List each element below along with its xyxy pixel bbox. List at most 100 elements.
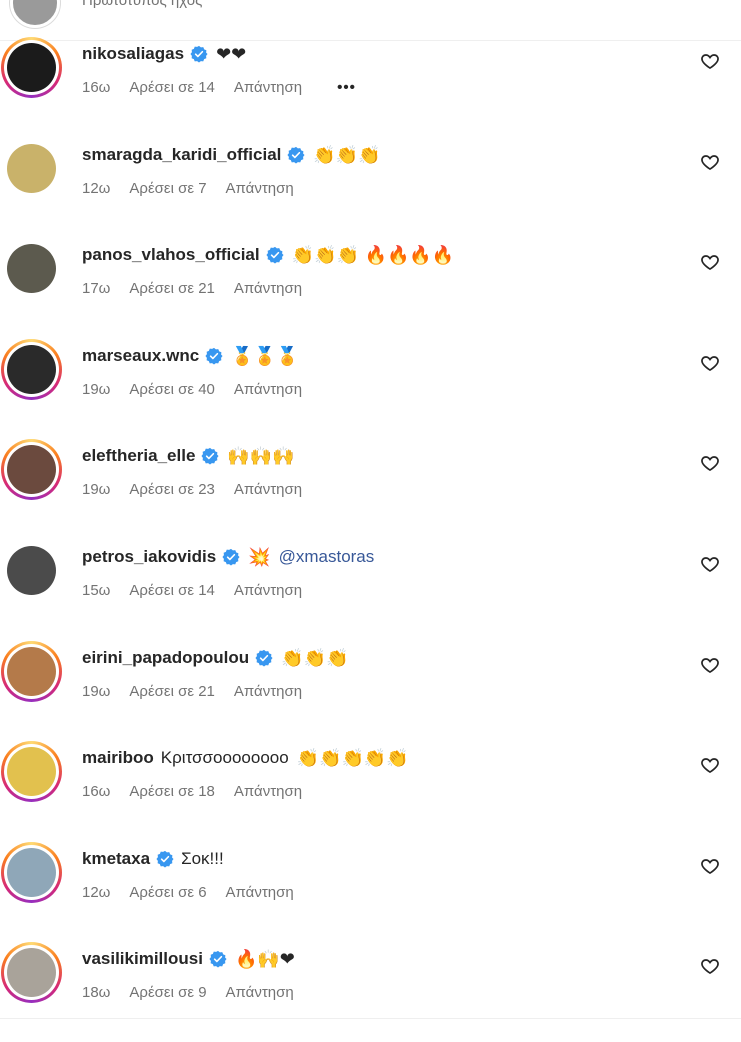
verified-badge-icon <box>266 246 284 264</box>
likes-count[interactable]: Αρέσει σε 9 <box>129 984 206 1001</box>
comment-time[interactable]: 19ω <box>82 481 110 498</box>
username-link[interactable]: vasilikimillousi <box>82 949 203 969</box>
avatar <box>7 43 56 92</box>
comment-item: mairiboo Κριτσσοοοοοοοο 👏👏👏👏👏 16ω Αρέσει σε … <box>0 741 741 841</box>
reply-button[interactable]: Απάντηση <box>234 280 302 297</box>
comment-time[interactable]: 15ω <box>82 582 110 599</box>
avatar-ring[interactable] <box>1 238 62 299</box>
like-heart-icon[interactable] <box>700 956 720 976</box>
avatar <box>7 546 56 595</box>
comment-line: nikosaliagas ❤❤ <box>82 41 246 67</box>
avatar-ring[interactable] <box>1 842 62 903</box>
like-heart-icon[interactable] <box>700 453 720 473</box>
avatar-ring[interactable] <box>1 439 62 500</box>
likes-count[interactable]: Αρέσει σε 18 <box>129 783 214 800</box>
avatar-ring[interactable] <box>1 741 62 802</box>
comment-time[interactable]: 19ω <box>82 683 110 700</box>
comment-emojis: 👏👏👏👏👏 <box>296 747 409 769</box>
like-heart-icon[interactable] <box>700 252 720 272</box>
likes-count[interactable]: Αρέσει σε 40 <box>129 381 214 398</box>
reply-button[interactable]: Απάντηση <box>234 582 302 599</box>
comment-time[interactable]: 18ω <box>82 984 110 1001</box>
comment-text: Κριτσσοοοοοοοο <box>160 748 289 767</box>
avatar-frame <box>4 845 59 900</box>
comment-time[interactable]: 12ω <box>82 180 110 197</box>
comment-emojis: 🙌🙌🙌 <box>227 445 295 467</box>
username-link[interactable]: nikosaliagas <box>82 44 184 64</box>
reply-button[interactable]: Απάντηση <box>226 984 294 1001</box>
comment-time[interactable]: 12ω <box>82 884 110 901</box>
avatar-frame <box>4 442 59 497</box>
comment-time[interactable]: 16ω <box>82 79 110 96</box>
avatar-ring[interactable] <box>1 641 62 702</box>
comment-meta: 17ω Αρέσει σε 21 Απάντηση <box>82 280 321 297</box>
username-link[interactable]: kmetaxa <box>82 849 150 869</box>
reply-button[interactable]: Απάντηση <box>234 683 302 700</box>
likes-count[interactable]: Αρέσει σε 6 <box>129 884 206 901</box>
comment-emojis: 🏅🏅🏅 <box>231 345 299 367</box>
avatar-ring[interactable] <box>1 37 62 98</box>
username-link[interactable]: mairiboo <box>82 748 154 768</box>
likes-count[interactable]: Αρέσει σε 14 <box>129 582 214 599</box>
more-options-button[interactable]: ••• <box>337 79 356 96</box>
avatar-frame <box>4 644 59 699</box>
comment-meta: 19ω Αρέσει σε 21 Απάντηση <box>82 683 321 700</box>
comment-line: eirini_papadopoulou 👏👏👏 <box>82 645 348 671</box>
like-heart-icon[interactable] <box>700 353 720 373</box>
likes-count[interactable]: Αρέσει σε 7 <box>129 180 206 197</box>
avatar <box>7 647 56 696</box>
comment-meta: 18ω Αρέσει σε 9 Απάντηση <box>82 984 313 1001</box>
reply-button[interactable]: Απάντηση <box>226 180 294 197</box>
comment-emojis: 💥 <box>248 546 271 568</box>
avatar-ring[interactable] <box>1 540 62 601</box>
avatar[interactable] <box>10 0 60 28</box>
like-heart-icon[interactable] <box>700 856 720 876</box>
username-link[interactable]: marseaux.wnc <box>82 346 199 366</box>
like-heart-icon[interactable] <box>700 755 720 775</box>
like-heart-icon[interactable] <box>700 554 720 574</box>
reply-button[interactable]: Απάντηση <box>234 79 302 96</box>
like-heart-icon[interactable] <box>700 655 720 675</box>
reply-button[interactable]: Απάντηση <box>234 381 302 398</box>
avatar <box>7 345 56 394</box>
avatar <box>7 948 56 997</box>
verified-badge-icon <box>222 548 240 566</box>
likes-count[interactable]: Αρέσει σε 21 <box>129 683 214 700</box>
comment-time[interactable]: 19ω <box>82 381 110 398</box>
comment-line: panos_vlahos_official 👏👏👏 🔥🔥🔥🔥 <box>82 242 454 268</box>
avatar-ring[interactable] <box>1 138 62 199</box>
comment-item: vasilikimillousi 🔥🙌❤ 18ω Αρέσει σε 9 Απάντησ… <box>0 942 741 1042</box>
verified-badge-icon <box>287 146 305 164</box>
comment-line: mairiboo Κριτσσοοοοοοοο 👏👏👏👏👏 <box>82 745 409 771</box>
comment-meta: 19ω Αρέσει σε 23 Απάντηση <box>82 481 321 498</box>
username-link[interactable]: panos_vlahos_official <box>82 245 260 265</box>
avatar <box>7 244 56 293</box>
like-heart-icon[interactable] <box>700 152 720 172</box>
username-link[interactable]: petros_iakovidis <box>82 547 216 567</box>
reply-button[interactable]: Απάντηση <box>226 884 294 901</box>
comment-line: eleftheria_elle 🙌🙌🙌 <box>82 443 295 469</box>
avatar-ring[interactable] <box>1 339 62 400</box>
username-link[interactable]: smaragda_karidi_official <box>82 145 281 165</box>
comment-line: marseaux.wnc 🏅🏅🏅 <box>82 343 298 369</box>
reply-button[interactable]: Απάντηση <box>234 481 302 498</box>
reply-button[interactable]: Απάντηση <box>234 783 302 800</box>
likes-count[interactable]: Αρέσει σε 14 <box>129 79 214 96</box>
comment-meta: 16ω Αρέσει σε 14 Απάντηση ••• <box>82 79 375 96</box>
avatar-frame <box>4 342 59 397</box>
avatar <box>7 445 56 494</box>
username-link[interactable]: eirini_papadopoulou <box>82 648 249 668</box>
comment-item: petros_iakovidis 💥 @xmastoras 15ω Αρέσει σε … <box>0 540 741 640</box>
username-link[interactable]: eleftheria_elle <box>82 446 195 466</box>
comment-meta: 12ω Αρέσει σε 7 Απάντηση <box>82 180 313 197</box>
avatar-ring[interactable] <box>1 942 62 1003</box>
comment-line: petros_iakovidis 💥 @xmastoras <box>82 544 374 570</box>
comment-item: nikosaliagas ❤❤ 16ω Αρέσει σε 14 Απάντηση ••• <box>0 37 741 137</box>
likes-count[interactable]: Αρέσει σε 23 <box>129 481 214 498</box>
like-heart-icon[interactable] <box>700 51 720 71</box>
avatar <box>7 144 56 193</box>
likes-count[interactable]: Αρέσει σε 21 <box>129 280 214 297</box>
comment-time[interactable]: 16ω <box>82 783 110 800</box>
mention-link[interactable]: @xmastoras <box>279 547 375 567</box>
comment-time[interactable]: 17ω <box>82 280 110 297</box>
